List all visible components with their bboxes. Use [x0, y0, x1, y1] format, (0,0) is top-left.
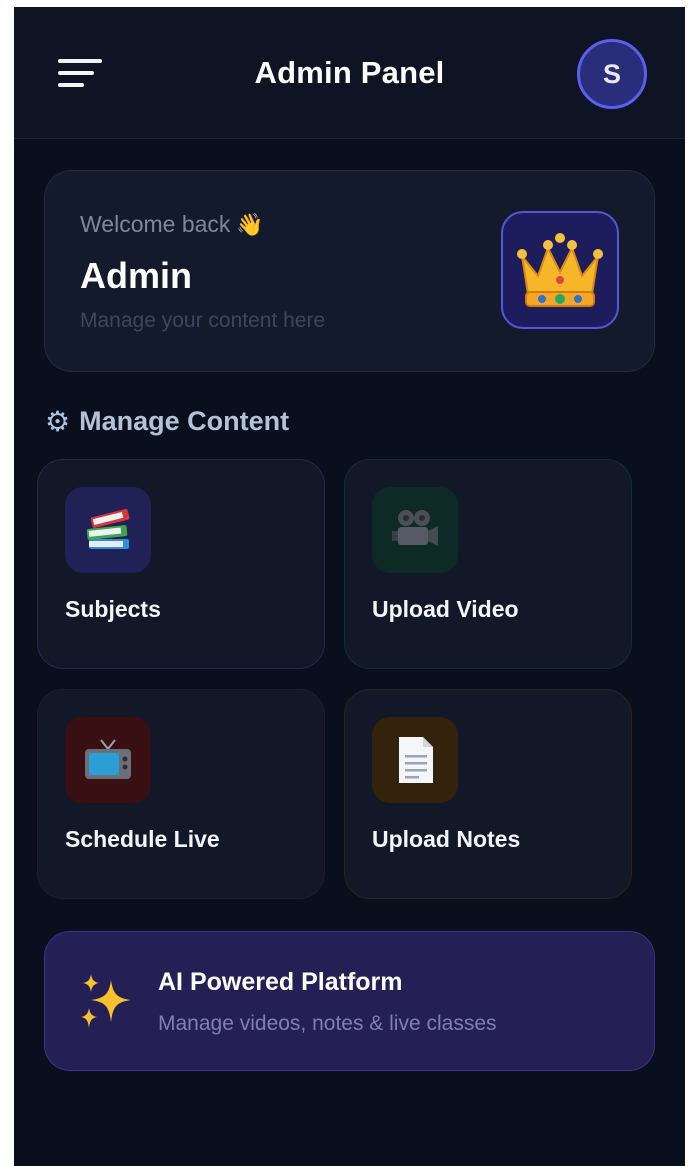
crown-icon: [517, 233, 603, 307]
upload-notes-tile[interactable]: Upload Notes: [344, 689, 632, 899]
waving-hand-icon: 👋: [236, 212, 264, 237]
sparkles-icon: [81, 974, 131, 1028]
welcome-card: Welcome back 👋 Admin Manage your content …: [44, 170, 655, 372]
banner-title: AI Powered Platform: [158, 968, 403, 996]
movie-camera-icon: [372, 487, 458, 573]
schedule-live-label: Schedule Live: [65, 826, 220, 852]
subjects-tile[interactable]: Subjects: [37, 459, 325, 669]
crown-badge: [501, 211, 619, 329]
television-icon: [65, 717, 151, 803]
avatar[interactable]: S: [577, 39, 647, 109]
upload-video-tile[interactable]: Upload Video: [344, 459, 632, 669]
section-heading: ⚙ Manage Content: [45, 405, 289, 438]
welcome-name: Admin: [80, 255, 192, 296]
welcome-greeting: Welcome back 👋: [80, 211, 264, 238]
top-app-bar: Admin Panel S: [14, 7, 685, 139]
books-icon: [65, 487, 151, 573]
schedule-live-tile[interactable]: Schedule Live: [37, 689, 325, 899]
document-icon: [372, 717, 458, 803]
avatar-initial: S: [602, 58, 621, 89]
section-title: Manage Content: [79, 406, 290, 436]
app-screen: Admin Panel S Welcome back 👋 Admin Manage…: [14, 7, 685, 1166]
gear-icon: ⚙: [45, 406, 71, 437]
upload-notes-label: Upload Notes: [372, 826, 521, 852]
upload-video-label: Upload Video: [372, 596, 519, 622]
subjects-label: Subjects: [65, 596, 161, 622]
banner-subtitle: Manage videos, notes & live classes: [158, 1012, 497, 1035]
welcome-greeting-text: Welcome back: [80, 211, 231, 237]
ai-platform-banner[interactable]: AI Powered Platform Manage videos, notes…: [44, 931, 655, 1071]
welcome-subtitle: Manage your content here: [80, 309, 326, 332]
